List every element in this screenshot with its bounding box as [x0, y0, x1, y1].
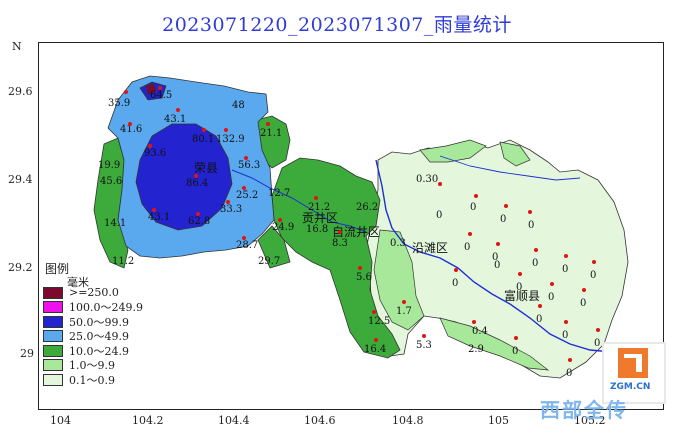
svg-text:0: 0: [492, 252, 498, 263]
x-tick: 104.6: [304, 414, 336, 427]
station-value: 0.30: [416, 174, 438, 185]
station-value: 43.1: [148, 212, 170, 223]
station-value: 21.1: [260, 128, 282, 139]
legend-swatch: [43, 373, 63, 386]
station-value: 26.2: [356, 202, 378, 213]
station-value: 16.8: [306, 224, 328, 235]
station-value: 0.4: [472, 326, 488, 337]
svg-text:0: 0: [532, 258, 538, 269]
legend-title: 图例: [45, 262, 70, 276]
legend-swatch: [43, 344, 63, 357]
station-value: 45.6: [100, 176, 122, 187]
station-value: 62.8: [188, 216, 210, 227]
y-tick: 29.6: [8, 85, 33, 98]
station-value: 93.6: [144, 148, 166, 159]
legend-swatch: [43, 359, 63, 371]
station-value: 11.2: [112, 256, 134, 267]
svg-text:0: 0: [562, 264, 568, 275]
legend-item: 50.0～99.9: [43, 315, 129, 329]
station-value: 48: [232, 100, 245, 111]
station-value: 29.7: [258, 256, 280, 267]
station-value: 132.9: [216, 134, 245, 145]
north-label: N: [12, 40, 22, 53]
svg-text:0: 0: [512, 346, 518, 357]
legend-label: 0.1～0.9: [69, 373, 115, 387]
station-value: 41.6: [120, 124, 142, 135]
y-tick: 29.2: [8, 261, 33, 274]
station-value: 35.9: [108, 98, 130, 109]
svg-text:0: 0: [464, 242, 470, 253]
svg-text:0: 0: [470, 202, 476, 213]
station-value: 8.3: [332, 238, 348, 249]
svg-text:0: 0: [590, 270, 596, 281]
station-value: 28.7: [236, 240, 258, 251]
y-tick: 29.4: [8, 173, 33, 186]
svg-text:0: 0: [436, 210, 442, 221]
station-value: 1.7: [396, 306, 412, 317]
watermark-logo: ZGM.CN 西部全传: [540, 342, 666, 426]
svg-text:0: 0: [516, 282, 522, 293]
station-value: 25.2: [236, 190, 258, 201]
station-value: 80.1: [192, 134, 214, 145]
station-value: 5.6: [356, 272, 372, 283]
station-value: 2.9: [468, 344, 484, 355]
watermark-text: 西部全传: [540, 398, 628, 422]
legend-swatch: [43, 330, 63, 342]
station-value: 64.5: [150, 90, 172, 101]
x-tick: 104.8: [392, 414, 424, 427]
legend-swatch: [43, 301, 63, 313]
station-value: 0.3: [390, 238, 406, 249]
legend-swatch: [43, 286, 63, 299]
x-tick: 104.4: [218, 414, 250, 427]
station-value: 14.1: [104, 218, 126, 229]
station-value: 12.5: [368, 316, 390, 327]
station-value: 86.4: [186, 178, 208, 189]
legend-item: 1.0～9.9: [43, 359, 115, 372]
svg-text:0: 0: [548, 292, 554, 303]
station-value: 12.7: [268, 188, 290, 199]
place-yantan: 沿滩区: [412, 241, 448, 255]
legend-item: 25.0～49.9: [43, 330, 129, 343]
station-value: 33.3: [220, 204, 242, 215]
station-value: 16.4: [364, 344, 386, 355]
x-tick: 104.2: [132, 414, 164, 427]
station-value: 56.3: [238, 160, 260, 171]
station-value: 5.3: [416, 340, 432, 351]
svg-text:0: 0: [580, 298, 586, 309]
legend-label: >=250.0: [69, 286, 119, 299]
svg-text:0: 0: [452, 278, 458, 289]
legend-item: 100.0～249.9: [43, 301, 143, 314]
logo-block-icon: [624, 358, 636, 372]
legend-swatch: [43, 315, 63, 328]
svg-text:0: 0: [500, 214, 506, 225]
station-value: 24.9: [272, 222, 294, 233]
legend-item: >=250.0: [43, 286, 119, 299]
legend-item: 10.0～24.9: [43, 344, 129, 358]
station-value: 19.9: [98, 160, 120, 171]
x-tick: 105: [488, 414, 509, 427]
station-value: 43.1: [164, 114, 186, 125]
y-tick: 29: [20, 347, 34, 360]
svg-text:0: 0: [528, 220, 534, 231]
legend-item: 0.1～0.9: [43, 373, 115, 387]
watermark-site: ZGM.CN: [610, 382, 651, 392]
svg-text:0: 0: [536, 314, 542, 325]
place-rongxian: 荣县: [194, 161, 218, 175]
svg-text:0: 0: [562, 330, 568, 341]
x-tick: 104: [50, 414, 71, 427]
place-gongjing: 贡井区: [302, 211, 338, 225]
